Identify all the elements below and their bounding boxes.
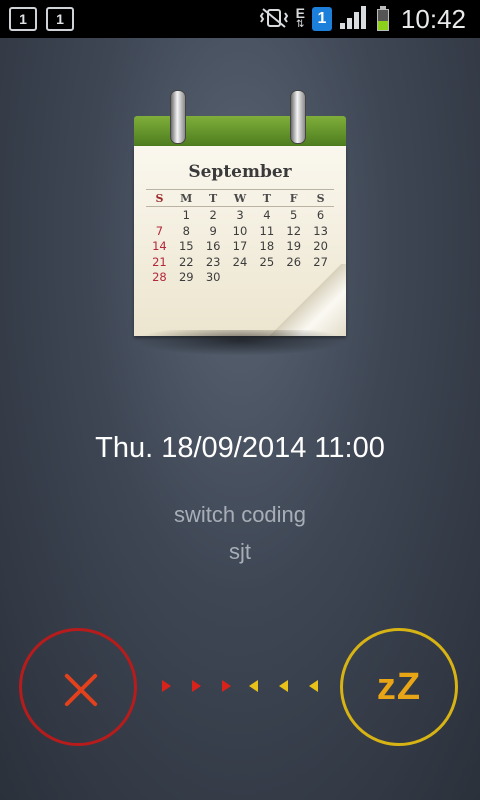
status-bar: 1 1 E ⇅ 1 10:42 (0, 0, 480, 38)
calendar-day: 21 (152, 254, 167, 269)
calendar-day: 3 (236, 208, 244, 222)
snooze-button[interactable]: zZ (340, 628, 458, 746)
calendar-weekday: F (289, 192, 298, 205)
calendar-day: 23 (205, 254, 221, 269)
signal-icon (339, 5, 369, 34)
calendar-weekday: S (316, 192, 325, 205)
calendar-day: 6 (316, 208, 325, 222)
calendar-day: 19 (286, 239, 302, 253)
swipe-left-arrow-icon (279, 680, 288, 692)
calendar-day: 29 (178, 270, 194, 284)
calendar-day: 30 (205, 270, 221, 284)
calendar-day: 2 (209, 208, 217, 222)
calendar-day: 8 (182, 223, 190, 238)
alarm-location: sjt (229, 539, 251, 564)
calendar-header (134, 116, 346, 146)
calendar-page: September S M T W T F S 1 2 3 4 5 6 7 8 9 10 11 12 13 14 15 16… (134, 146, 346, 336)
swipe-right-arrow-icon (162, 680, 171, 692)
swipe-right-arrow-icon (222, 680, 231, 692)
calendar-day: 18 (259, 239, 275, 253)
page-curl (264, 264, 346, 336)
calendar-ring (170, 90, 186, 144)
dismiss-button[interactable] (19, 628, 137, 746)
battery-icon (376, 6, 390, 32)
alarm-title: switch coding (173, 502, 307, 527)
notification-icon: 1 (46, 7, 74, 31)
sim-indicator: 1 (311, 7, 332, 31)
calendar-weekday: M (180, 192, 193, 205)
calendar-day: 24 (232, 254, 248, 269)
calendar-day: 28 (152, 270, 167, 284)
calendar-day: 4 (263, 208, 271, 222)
calendar-day: 16 (205, 239, 221, 253)
calendar-day (227, 270, 254, 285)
calendar-day: 20 (313, 239, 328, 253)
snooze-icon: zZ (376, 666, 422, 708)
calendar-day: 15 (178, 239, 194, 253)
calendar-day: 17 (232, 239, 248, 253)
calendar-day: 11 (259, 223, 275, 238)
calendar-day (146, 208, 173, 223)
calendar-day: 22 (178, 254, 194, 269)
calendar-icon: September S M T W T F S 1 2 3 4 5 6 7 8 9 10 11 12 13 14 15 16… (134, 90, 346, 340)
clock: 10:42 (400, 3, 466, 34)
calendar-day: 5 (290, 208, 298, 222)
calendar-month: September (188, 162, 292, 182)
calendar-day: 13 (313, 223, 328, 238)
close-icon (62, 671, 100, 709)
calendar-ring (290, 90, 306, 144)
swipe-right-arrow-icon (192, 680, 201, 692)
data-network-icon: E ⇅ (295, 5, 305, 30)
calendar-weekday: S (155, 192, 164, 205)
calendar-day: 10 (232, 223, 248, 238)
calendar-weekday: T (209, 192, 218, 205)
calendar-day: 12 (286, 223, 302, 238)
calendar-day: 1 (182, 208, 190, 222)
swipe-left-arrow-icon (249, 680, 258, 692)
calendar-weekday: T (262, 192, 271, 205)
notification-icon: 1 (9, 7, 37, 31)
swipe-left-arrow-icon (309, 680, 318, 692)
calendar-day: 7 (155, 223, 164, 238)
calendar-day: 9 (209, 223, 217, 238)
calendar-weekday: W (233, 192, 247, 205)
vibrate-mute-icon (259, 7, 289, 32)
calendar-day: 14 (152, 239, 167, 253)
alarm-datetime: Thu. 18/09/2014 11:00 (95, 432, 385, 464)
